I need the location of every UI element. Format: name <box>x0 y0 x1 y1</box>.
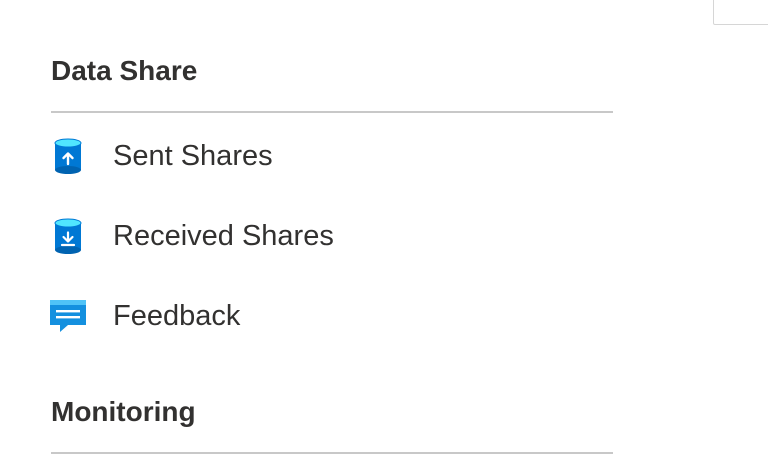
section-divider <box>51 452 613 454</box>
menu-item-received-shares[interactable]: Received Shares <box>48 208 613 264</box>
section-divider <box>51 111 613 113</box>
sent-shares-icon <box>48 136 88 176</box>
menu-item-label: Feedback <box>113 299 241 332</box>
blade-menu: Data Share Sent Shares Received Shares F… <box>0 0 768 476</box>
top-right-control[interactable] <box>713 0 768 25</box>
section-header-data-share: Data Share <box>51 55 198 86</box>
menu-item-feedback[interactable]: Feedback <box>48 288 613 344</box>
feedback-icon <box>48 296 88 336</box>
section-header-monitoring: Monitoring <box>51 396 196 427</box>
menu-item-label: Received Shares <box>113 219 334 252</box>
menu-item-label: Sent Shares <box>113 139 273 172</box>
received-shares-icon <box>48 216 88 256</box>
menu-item-sent-shares[interactable]: Sent Shares <box>48 128 613 184</box>
